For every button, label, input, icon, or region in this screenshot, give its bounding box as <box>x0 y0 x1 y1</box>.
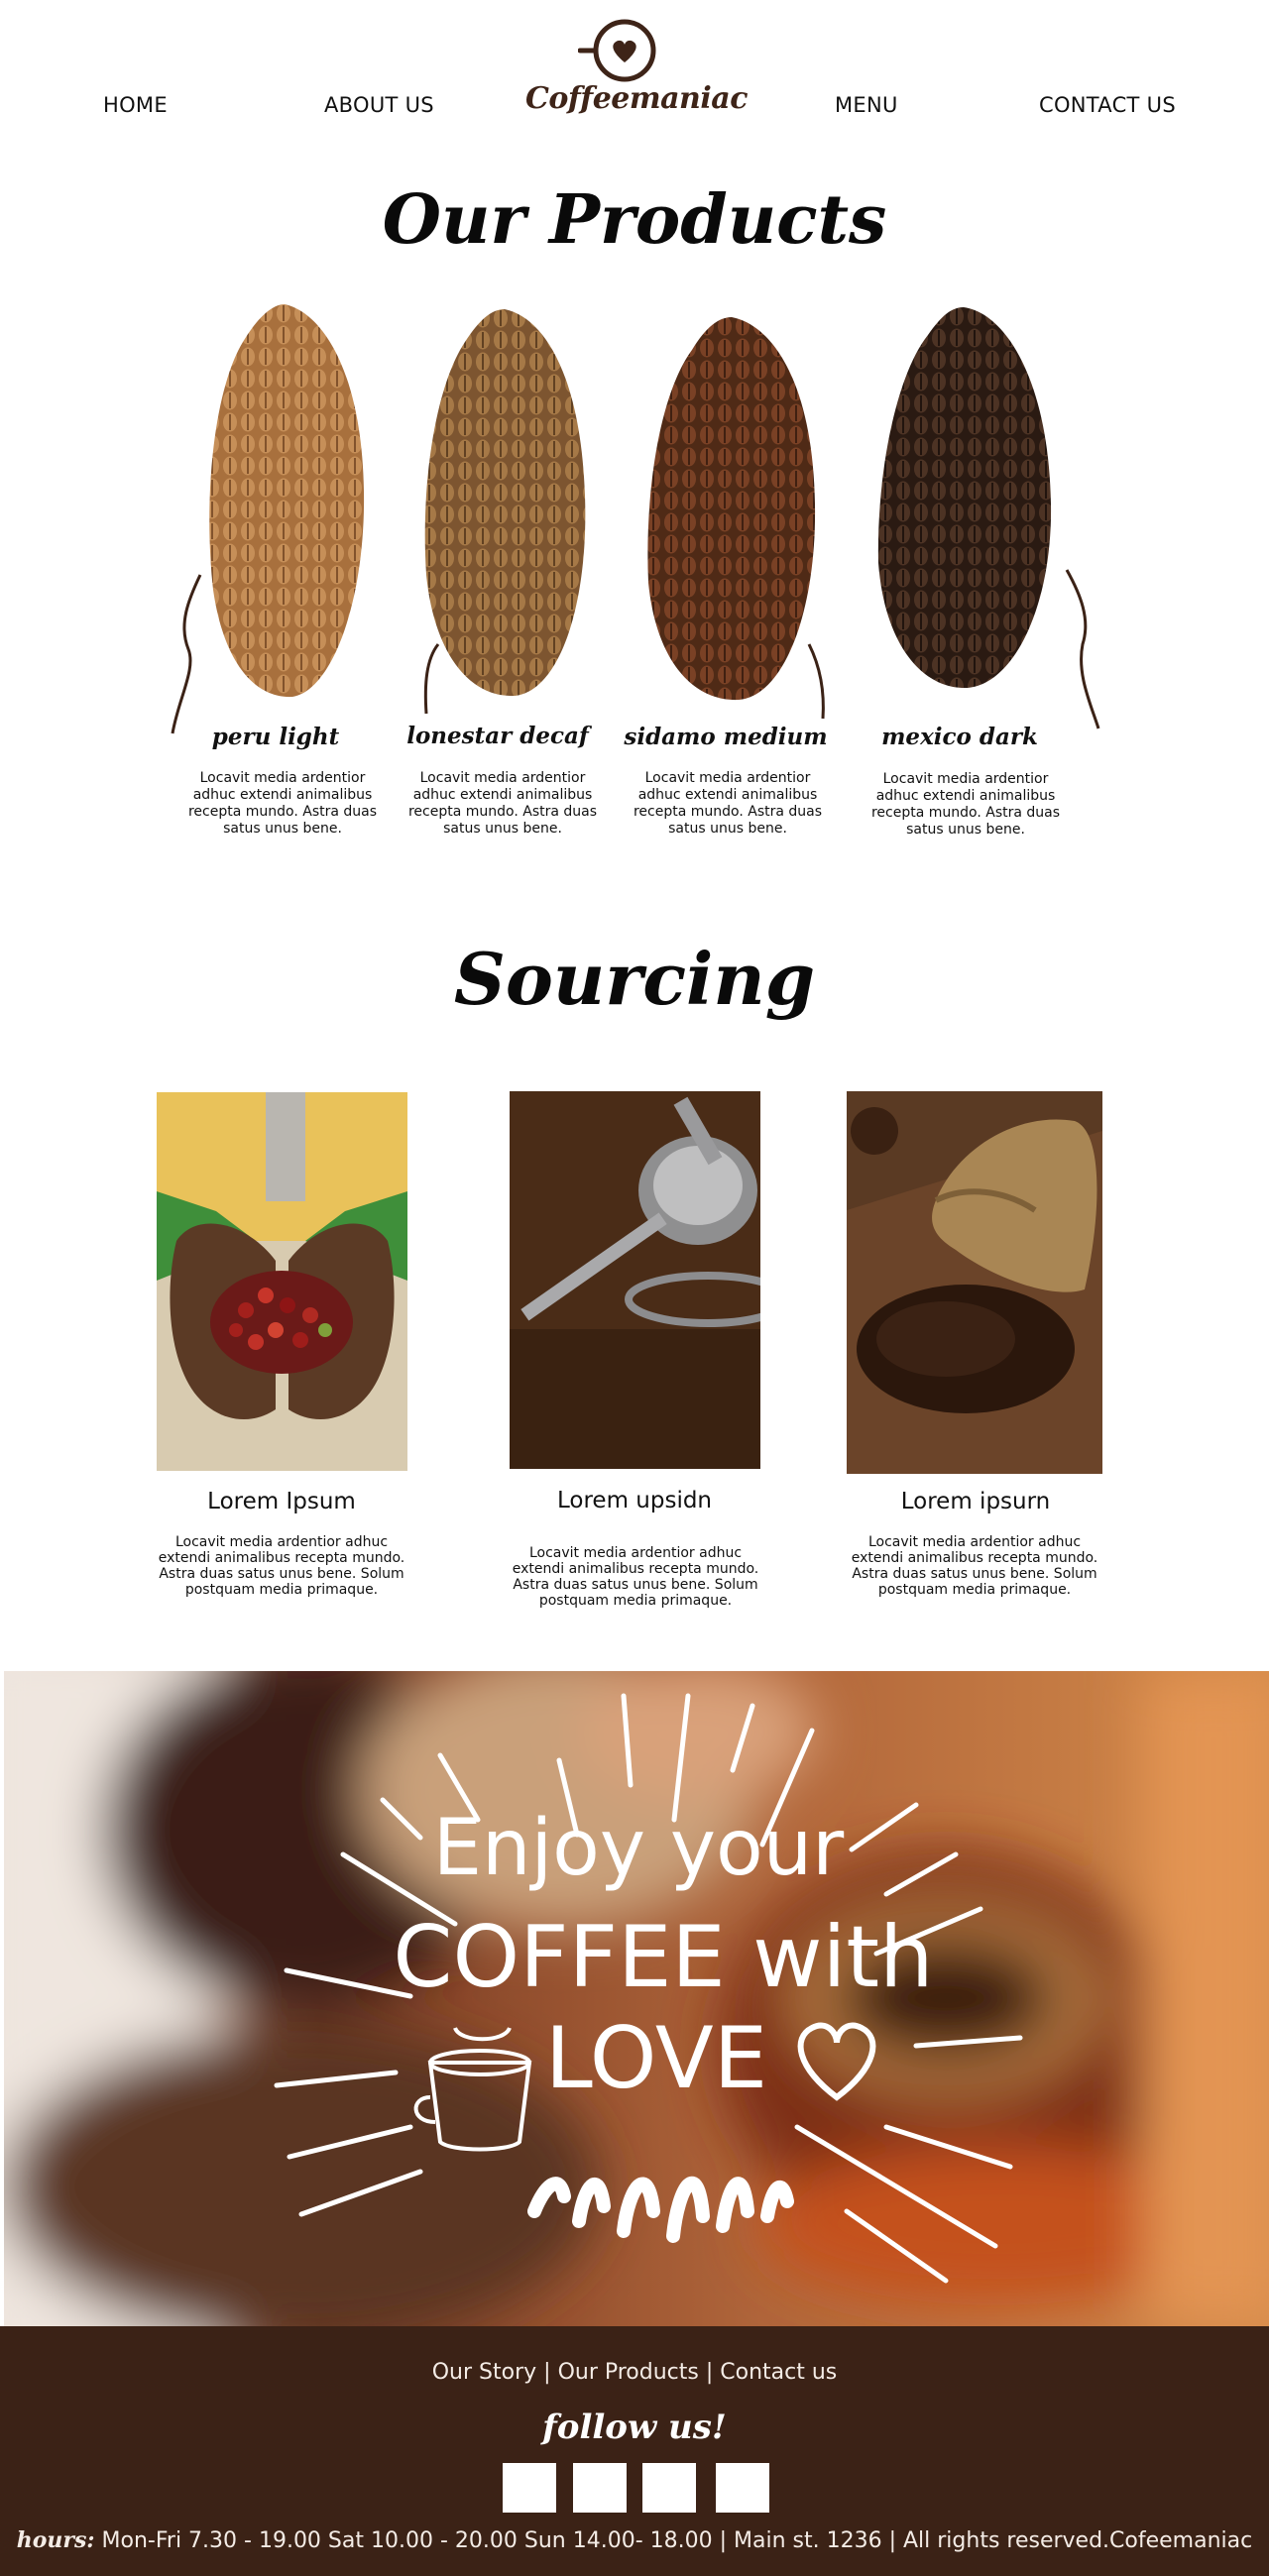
social-icon[interactable] <box>642 2463 696 2513</box>
coffee-cup-heart-logo-icon[interactable] <box>578 16 659 85</box>
product-image-peru-light[interactable] <box>203 302 367 699</box>
banner-background: Enjoy your COFFEE with LOVE <box>4 1671 1269 2326</box>
follow-us-heading: follow us! <box>542 2408 727 2447</box>
banner-line2: COFFEE with <box>393 1908 933 2007</box>
sourcing-desc-3: Locavit media ardentior adhuc extendi an… <box>851 1534 1098 1598</box>
sourcing-image-roaster[interactable] <box>510 1091 760 1469</box>
decorative-swirl-left <box>171 574 202 734</box>
social-icon[interactable] <box>503 2463 556 2513</box>
banner-line3: LOVE <box>545 2009 767 2108</box>
product-name-sidamo-medium[interactable]: sidamo medium <box>617 724 835 750</box>
site-footer: Our Story | Our Products | Contact us fo… <box>0 2326 1269 2576</box>
sourcing-desc-1: Locavit media ardentior adhuc extendi an… <box>158 1534 405 1598</box>
product-desc-mexico-dark: Locavit media ardentior adhuc extendi an… <box>870 771 1061 838</box>
product-name-peru-light[interactable]: peru light <box>167 724 385 750</box>
banner-line1: Enjoy your <box>433 1804 845 1893</box>
sourcing-image-sack[interactable] <box>847 1091 1102 1474</box>
sourcing-image-hands[interactable] <box>157 1092 407 1471</box>
product-name-lonestar-decaf[interactable]: lonestar decaf <box>389 723 607 749</box>
footer-link-our-products[interactable]: Our Products <box>558 2360 699 2385</box>
nav-contact-link[interactable]: CONTACT US <box>1039 93 1176 117</box>
footer-links: Our Story | Our Products | Contact us <box>0 2360 1269 2385</box>
footer-link-contact-us[interactable]: Contact us <box>720 2360 837 2385</box>
decorative-swirl-right <box>1065 569 1100 729</box>
decorative-swirl-2 <box>423 643 440 715</box>
nav-menu-link[interactable]: MENU <box>835 93 898 117</box>
footer-link-our-story[interactable]: Our Story <box>432 2360 536 2385</box>
footer-info-line: hours: Mon-Fri 7.30 - 19.00 Sat 10.00 - … <box>0 2527 1269 2553</box>
decorative-swirl-3 <box>807 643 825 720</box>
footer-separator: | <box>543 2360 551 2385</box>
product-image-sidamo-medium[interactable] <box>644 315 818 702</box>
nav-about-link[interactable]: ABOUT US <box>324 93 434 117</box>
logo-wordmark[interactable]: Coffeemaniac <box>525 81 748 116</box>
product-name-mexico-dark[interactable]: mexico dark <box>851 724 1069 750</box>
social-icon[interactable] <box>573 2463 627 2513</box>
product-desc-lonestar-decaf: Locavit media ardentior adhuc extendi an… <box>407 770 598 837</box>
coffee-love-banner: Enjoy your COFFEE with LOVE <box>4 1671 1269 2326</box>
nav-home-link[interactable]: HOME <box>103 93 168 117</box>
product-image-mexico-dark[interactable] <box>876 305 1053 692</box>
sourcing-title-1: Lorem Ipsum <box>207 1489 356 1514</box>
hours-label: hours: <box>16 2527 95 2553</box>
footer-separator: | <box>705 2360 714 2385</box>
sourcing-heading: Sourcing <box>453 937 816 1021</box>
products-heading: Our Products <box>382 180 887 260</box>
sourcing-title-2: Lorem upsidn <box>556 1488 713 1513</box>
hours-text: Mon-Fri 7.30 - 19.00 Sat 10.00 - 20.00 S… <box>101 2528 1253 2553</box>
product-desc-sidamo-medium: Locavit media ardentior adhuc extendi an… <box>633 770 823 837</box>
social-icon[interactable] <box>716 2463 769 2513</box>
sourcing-desc-2: Locavit media ardentior adhuc extendi an… <box>512 1545 759 1609</box>
sourcing-title-3: Lorem ipsurn <box>900 1489 1051 1514</box>
product-desc-peru-light: Locavit media ardentior adhuc extendi an… <box>187 770 378 837</box>
